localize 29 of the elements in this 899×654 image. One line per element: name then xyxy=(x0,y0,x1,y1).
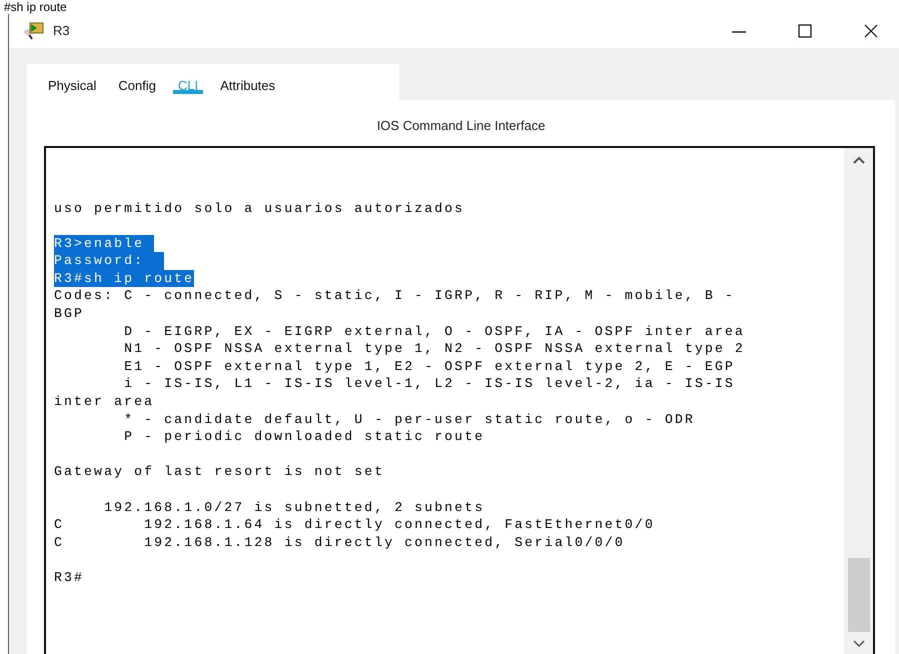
terminal-line: inter area xyxy=(54,393,154,411)
tab[interactable]: Attributes xyxy=(209,64,286,100)
minimize-icon xyxy=(732,31,746,33)
terminal-line: R3# xyxy=(54,568,84,587)
terminal-line: E1 - OSPF external type 1, E2 - OSPF external type 2, E - EGP xyxy=(123,358,735,376)
scrollbar[interactable] xyxy=(844,148,873,654)
terminal-line: N1 - OSPF NSSA external type 1, N2 - OSPF NSSA external type 2 xyxy=(123,340,745,358)
window-title: R3 xyxy=(53,22,70,40)
terminal-line: i - IS-IS, L1 - IS-IS level-1, L2 - IS-IS level-2, ia - IS-IS xyxy=(123,375,735,394)
scrollbar-thumb[interactable] xyxy=(848,558,870,632)
tab[interactable]: Config xyxy=(107,64,167,100)
tab[interactable]: Physical xyxy=(37,64,108,100)
panel-title: IOS Command Line Interface xyxy=(376,117,546,135)
terminal-line: 192.168.1.0/27 is subnetted, 2 subnets xyxy=(103,498,485,516)
terminal-line: uso permitido solo a usuarios autorizados xyxy=(54,200,465,218)
terminal-line: BGP xyxy=(54,305,84,323)
scroll-up-icon[interactable] xyxy=(852,156,864,164)
terminal-line: Gateway of last resort is not set xyxy=(54,463,384,481)
terminal-line: C 192.168.1.64 is directly connected, FastEthernet0/0 xyxy=(54,516,655,534)
scroll-down-icon[interactable] xyxy=(852,640,864,648)
terminal-line: Codes: C - connected, S - static, I - IGRP, R - RIP, M - mobile, B - xyxy=(54,287,735,306)
terminal-line: D - EIGRP, EX - EIGRP external, O - OSPF, IA - OSPF inter area xyxy=(123,322,745,340)
maximize-icon xyxy=(798,24,812,38)
terminal-line: C 192.168.1.128 is directly connected, Serial0/0/0 xyxy=(54,534,625,552)
caption-text: #sh ip route xyxy=(3,0,68,14)
close-icon xyxy=(864,24,878,38)
terminal-line: * - candidate default, U - per-user static route, o - ODR xyxy=(123,410,695,428)
router-icon xyxy=(23,21,45,41)
terminal-line: P - periodic downloaded static route xyxy=(123,428,485,446)
